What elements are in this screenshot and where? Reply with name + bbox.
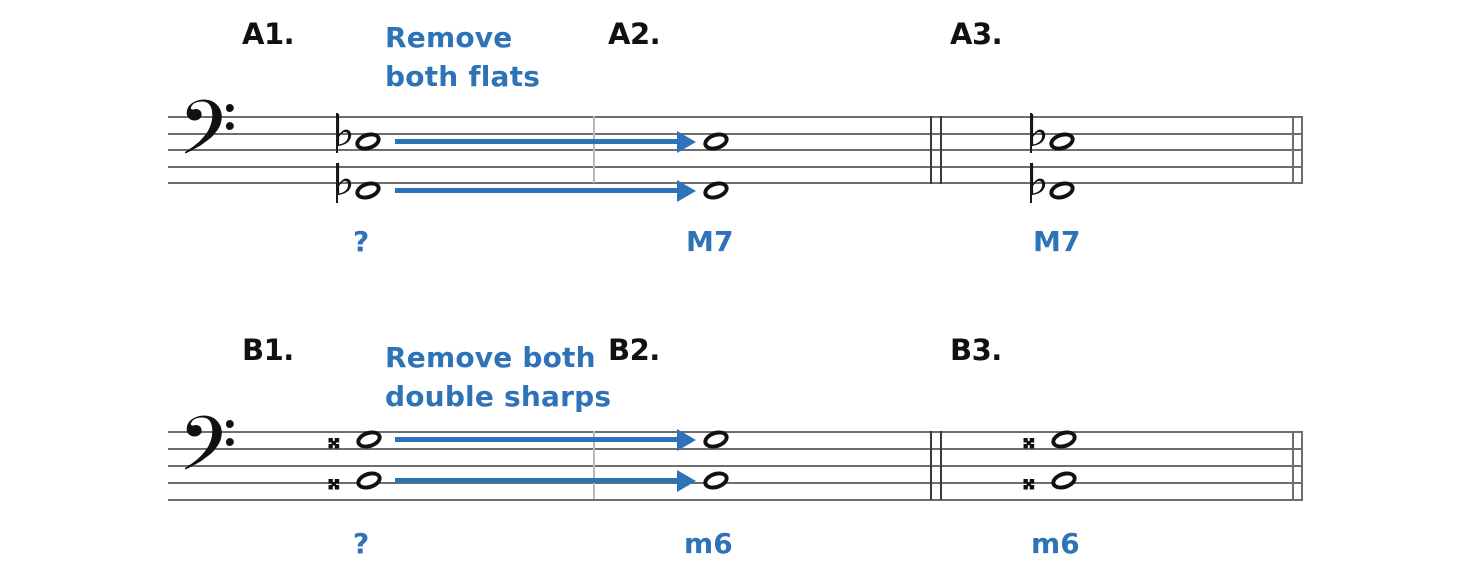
answer-b1: ?	[353, 527, 370, 560]
arrow-line-b-upper	[395, 437, 680, 442]
notehead-b1-lower	[354, 468, 384, 493]
accidental-double-sharp-b1-lower: 𝄪	[328, 466, 340, 496]
answer-b3: m6	[1031, 527, 1080, 560]
arrow-head-b-lower	[677, 470, 696, 492]
arrow-head-b-upper	[677, 429, 696, 451]
exercise-group-b: B1. Remove both double sharps B2. B3. 𝄢	[0, 0, 1474, 574]
accidental-double-sharp-b1-upper: 𝄪	[328, 425, 340, 455]
barline-b-double-right	[940, 431, 942, 500]
worksheet-page: A1. Remove both flats A2. A3. 𝄢 ♭ ♭ ♭ ♭ …	[0, 0, 1474, 574]
notehead-b2-lower	[701, 468, 731, 493]
bass-clef-b: 𝄢	[178, 400, 238, 507]
barline-b-final-1	[1292, 431, 1294, 500]
arrow-line-b-lower	[395, 478, 680, 483]
notehead-b3-lower	[1049, 468, 1079, 493]
staff-system-b: 𝄢 𝄪 𝄪 𝄪 𝄪	[168, 0, 1303, 574]
accidental-double-sharp-b3-upper: 𝄪	[1023, 425, 1035, 455]
accidental-double-sharp-b3-lower: 𝄪	[1023, 466, 1035, 496]
answer-b2: m6	[684, 527, 733, 560]
staff-line-b-5	[168, 499, 1303, 501]
barline-b-final-2	[1301, 431, 1303, 500]
barline-b-double-left	[930, 431, 932, 500]
